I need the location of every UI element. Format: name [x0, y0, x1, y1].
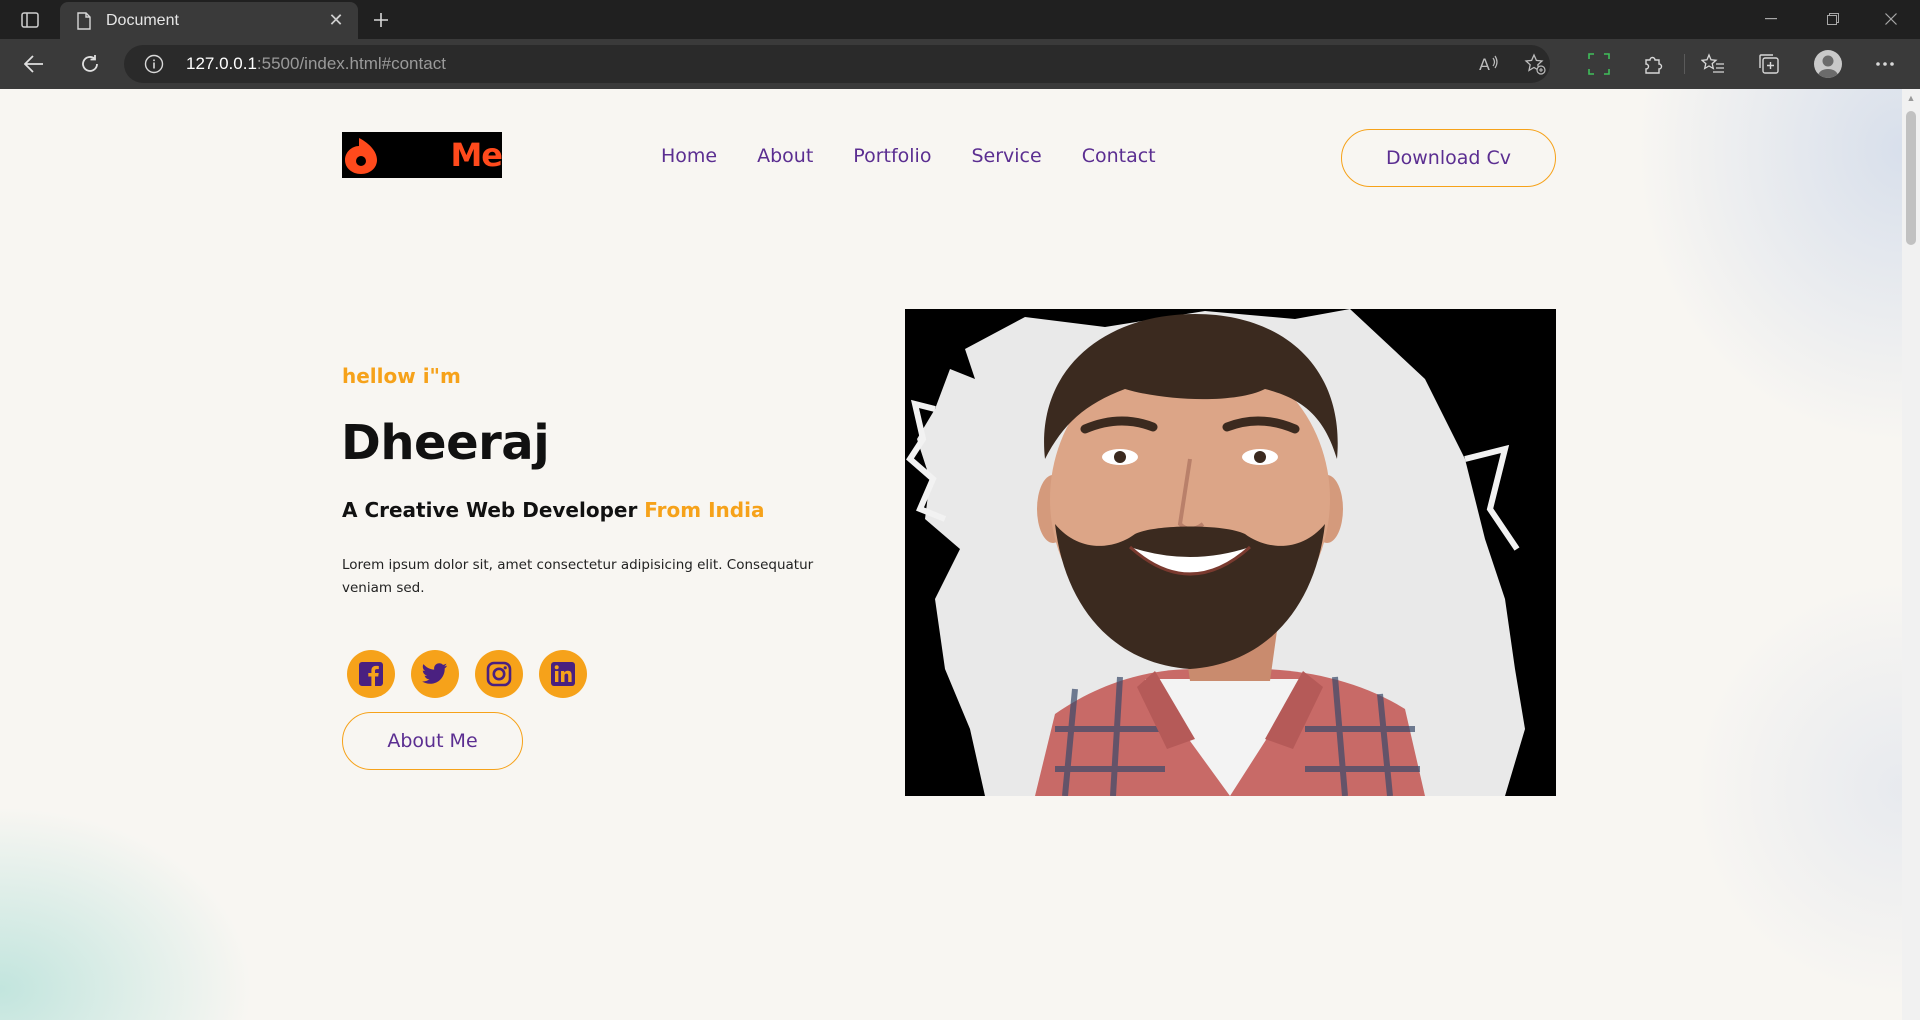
profile-avatar-icon[interactable]: [1814, 50, 1842, 78]
facebook-link[interactable]: [347, 650, 395, 698]
tagline-accent: From India: [644, 498, 765, 522]
minimize-icon[interactable]: [1748, 5, 1794, 33]
page-scrollbar[interactable]: ▲: [1902, 89, 1920, 1020]
about-me-button[interactable]: About Me: [342, 712, 523, 770]
logo-text: Me: [450, 136, 502, 174]
nav-contact-link[interactable]: Contact: [1082, 145, 1156, 167]
svg-text:A: A: [1479, 55, 1490, 74]
linkedin-icon: [551, 662, 575, 686]
more-menu-icon[interactable]: [1872, 51, 1898, 77]
linkedin-link[interactable]: [539, 650, 587, 698]
hero-portrait: [905, 309, 1556, 796]
tab-actions-icon[interactable]: [14, 8, 46, 32]
download-cv-button[interactable]: Download Cv: [1341, 129, 1556, 187]
url-text: 127.0.0.1:5500/index.html#contact: [186, 54, 446, 74]
favorite-add-icon[interactable]: [1524, 53, 1546, 75]
url-path: :5500/index.html#contact: [256, 54, 446, 73]
browser-toolbar: 127.0.0.1:5500/index.html#contact A: [0, 39, 1920, 89]
site-info-icon[interactable]: [144, 54, 164, 74]
close-window-icon[interactable]: [1868, 5, 1914, 33]
scrollbar-thumb[interactable]: [1906, 111, 1916, 245]
scroll-up-icon[interactable]: ▲: [1906, 93, 1916, 103]
reload-icon[interactable]: [74, 48, 106, 80]
site-logo[interactable]: Me: [342, 132, 502, 178]
active-tab[interactable]: Document ✕: [60, 2, 358, 39]
instagram-icon: [486, 661, 512, 687]
facebook-icon: [359, 662, 383, 686]
tab-strip: Document ✕: [0, 0, 1920, 39]
tagline-main: A Creative Web Developer: [342, 498, 638, 522]
twitter-link[interactable]: [411, 650, 459, 698]
logo-mark-icon: [345, 138, 377, 174]
greeting-text: hellow i"m: [342, 364, 461, 388]
tab-title: Document: [106, 11, 179, 29]
twitter-icon: [422, 663, 447, 684]
screenshot-icon[interactable]: [1586, 51, 1612, 77]
site-nav: Home About Portfolio Service Contact: [661, 145, 1156, 167]
nav-home-link[interactable]: Home: [661, 145, 717, 167]
document-icon: [74, 11, 94, 31]
favorites-icon[interactable]: [1700, 51, 1726, 77]
instagram-link[interactable]: [475, 650, 523, 698]
page-viewport: Me Home About Portfolio Service Contact …: [0, 89, 1902, 1020]
hero-name: Dheeraj: [341, 415, 550, 471]
nav-about-link[interactable]: About: [757, 145, 813, 167]
address-bar[interactable]: 127.0.0.1:5500/index.html#contact A: [124, 45, 1550, 83]
back-icon[interactable]: [18, 48, 50, 80]
read-aloud-icon[interactable]: A: [1478, 53, 1500, 75]
portrait-image: [906, 309, 1525, 796]
hero-tagline: A Creative Web Developer From India: [342, 498, 764, 522]
collections-icon[interactable]: [1756, 51, 1782, 77]
close-tab-icon[interactable]: ✕: [322, 7, 350, 35]
social-links: [347, 650, 587, 698]
hero-bio: Lorem ipsum dolor sit, amet consectetur …: [342, 557, 814, 596]
url-host: 127.0.0.1: [186, 54, 257, 73]
nav-service-link[interactable]: Service: [971, 145, 1041, 167]
toolbar-separator: [1684, 54, 1685, 74]
restore-icon[interactable]: [1810, 5, 1856, 33]
nav-portfolio-link[interactable]: Portfolio: [853, 145, 931, 167]
extensions-icon[interactable]: [1640, 51, 1666, 77]
new-tab-icon[interactable]: [366, 6, 396, 34]
